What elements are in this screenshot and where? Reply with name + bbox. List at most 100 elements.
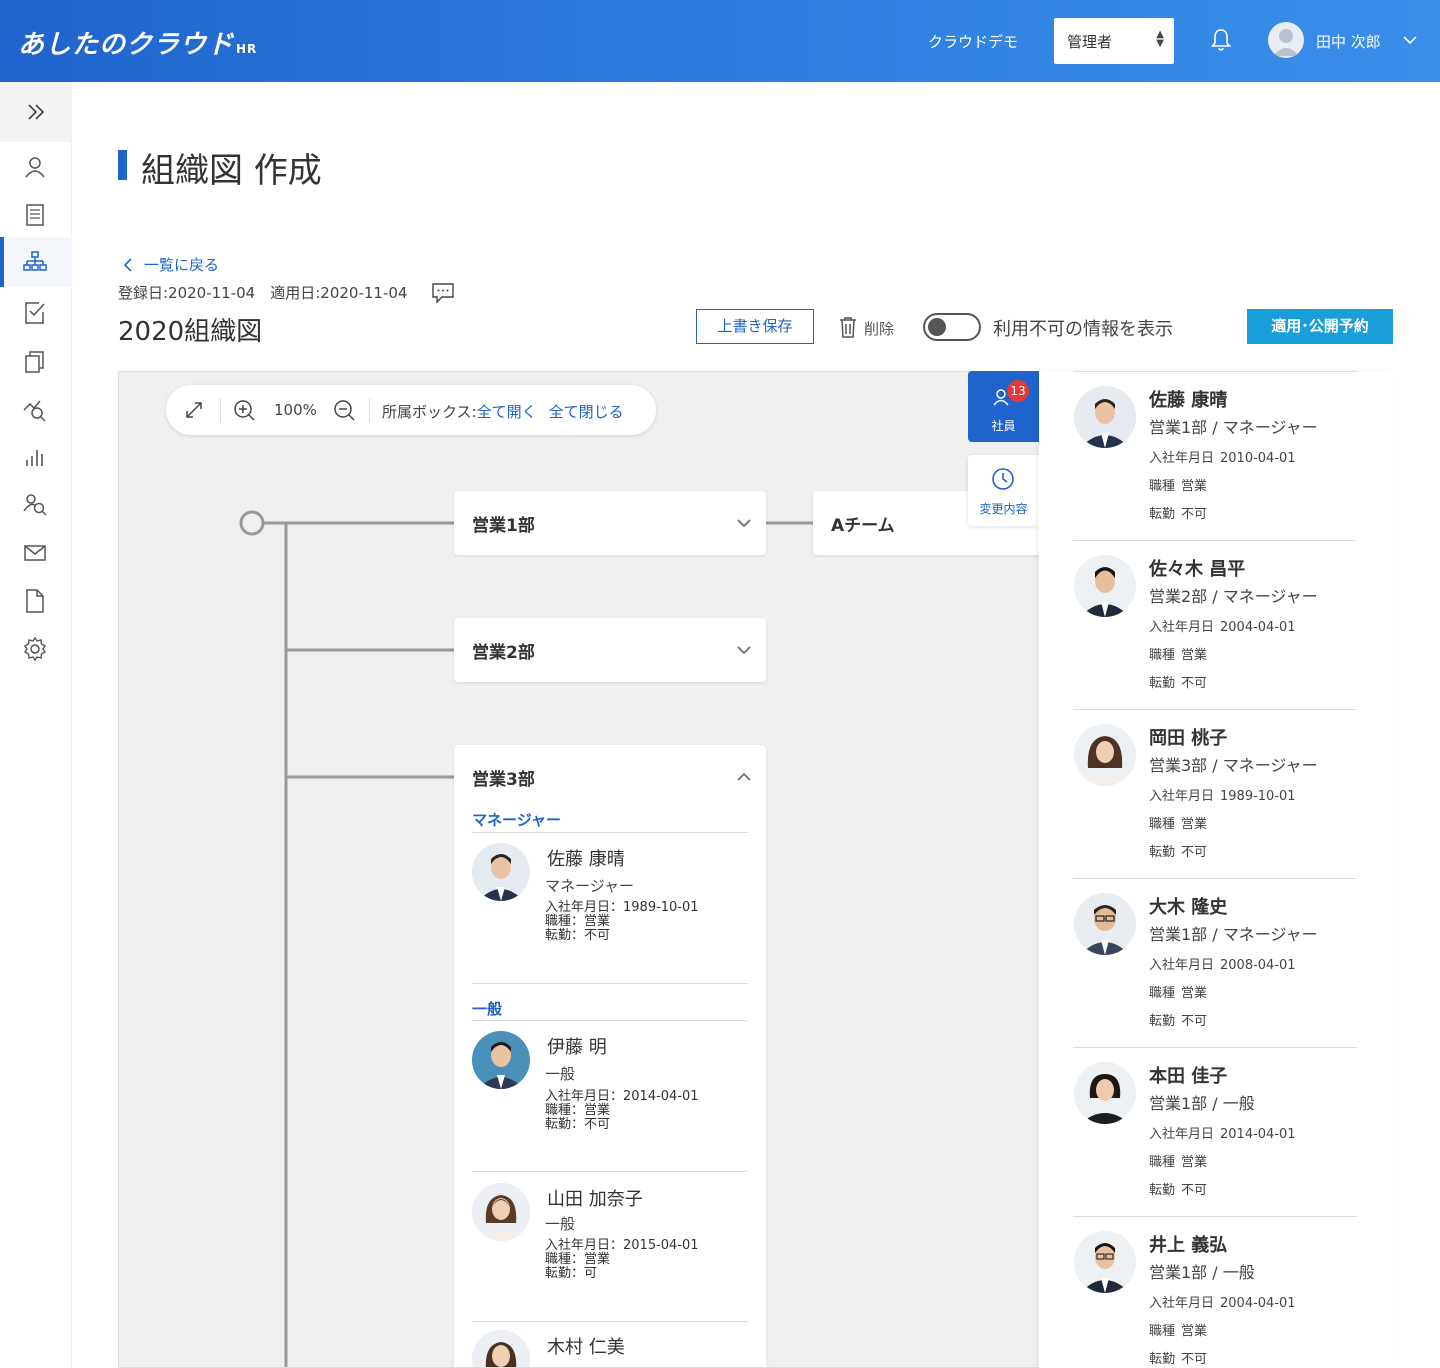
employee-card[interactable]: 井上 義弘 営業1部 / 一般 入社年月日 2004-04-01 職種 営業 転勤不…	[1073, 1216, 1357, 1368]
employee-job-type: 職種 営業	[1149, 1320, 1207, 1339]
employee-photo	[1074, 555, 1136, 617]
employee-name[interactable]: 山田 加奈子	[547, 1185, 643, 1211]
comment-icon[interactable]	[431, 282, 455, 308]
label: 入社年月日	[1149, 958, 1215, 973]
employee-join-date: 入社年月日 1989-10-01	[1149, 785, 1296, 804]
chevron-down-icon[interactable]	[1402, 32, 1418, 52]
employee-transfer: 転勤 不可	[1149, 1348, 1207, 1367]
label: 転勤	[1149, 1352, 1176, 1367]
copy-icon[interactable]	[22, 348, 48, 374]
section-divider	[472, 1171, 748, 1172]
analysis-icon[interactable]	[22, 396, 48, 422]
org-node-sales1[interactable]: 営業1部	[454, 491, 766, 555]
tab-employees[interactable]: 13 社員	[968, 371, 1039, 442]
org-node-sales3[interactable]: 営業3部 マネージャー 佐藤 康晴 マネージャー 入社年月日：1989-10-0…	[454, 745, 766, 1367]
employee-name[interactable]: 佐藤 康晴	[547, 845, 625, 871]
employee-join-date: 入社年月日：2014-04-01	[545, 1089, 699, 1104]
employee-card[interactable]: 岡田 桃子 営業3部 / マネージャー 入社年月日 1989-10-01 職種 営業…	[1073, 709, 1357, 878]
employee-transfer: 転勤 不可	[1149, 1010, 1207, 1029]
value: 2004-04-01	[1220, 1296, 1296, 1311]
employee-photo	[472, 1330, 530, 1367]
employee-transfer: 転勤：不可	[545, 1117, 611, 1132]
overwrite-save-button[interactable]: 上書き保存	[696, 309, 814, 344]
select-arrows-icon: ▲ ▼	[1156, 29, 1164, 49]
people-search-icon[interactable]	[22, 492, 48, 518]
role-select[interactable]: 管理者 ▲ ▼	[1054, 18, 1174, 64]
double-chevron-right-icon	[28, 104, 45, 120]
employee-card[interactable]: 大木 隆史 営業1部 / マネージャー 入社年月日 2008-04-01 職種 営業…	[1073, 878, 1357, 1047]
employee-job-type: 職種 営業	[1149, 644, 1207, 663]
org-chart-canvas[interactable]: 100% 所属ボックス:全て開く 全て閉じる 営業1部 Aチーム 営業2部 営業3…	[118, 371, 1040, 1368]
chevron-up-icon[interactable]	[736, 771, 752, 783]
employee-job-type: 職種：営業	[545, 1252, 611, 1267]
apply-publish-button[interactable]: 適用･公開予約	[1247, 309, 1393, 344]
employee-job-type: 職種 営業	[1149, 1151, 1207, 1170]
document-icon[interactable]	[22, 202, 48, 228]
chevron-down-icon[interactable]	[736, 644, 752, 656]
label: 職種	[1149, 479, 1176, 494]
section-label-manager: マネージャー	[472, 811, 561, 829]
checklist-icon[interactable]	[22, 300, 48, 326]
employee-card[interactable]: 本田 佳子 営業1部 / 一般 入社年月日 2014-04-01 職種 営業 転勤不…	[1073, 1047, 1357, 1216]
employee-card[interactable]: 佐藤 康晴 営業1部 / マネージャー 入社年月日 2010-04-01 職種 営業…	[1073, 371, 1357, 540]
label: 入社年月日	[1149, 620, 1215, 635]
app-logo[interactable]: あしたのクラウド HR	[18, 24, 257, 61]
employee-card[interactable]: 佐々木 昌平 営業2部 / マネージャー 入社年月日 2004-04-01 職種営…	[1073, 540, 1357, 709]
mail-icon[interactable]	[22, 540, 48, 566]
org-chart-icon[interactable]	[22, 250, 48, 276]
chevron-down-icon[interactable]	[736, 517, 752, 529]
org-node-name: Aチーム	[831, 516, 895, 536]
employee-join-date: 入社年月日：1989-10-01	[545, 900, 699, 915]
delete-label: 削除	[864, 320, 895, 338]
company-name: クラウドデモ	[928, 33, 1019, 51]
top-header: あしたのクラウド HR クラウドデモ 管理者 ▲ ▼ 田中 次郎	[0, 0, 1440, 82]
bell-icon[interactable]	[1210, 28, 1232, 56]
employee-transfer: 転勤：不可	[545, 928, 611, 943]
label: 職種	[1149, 1155, 1176, 1170]
toggle-knob	[928, 318, 946, 336]
value: 2010-04-01	[1220, 451, 1296, 466]
show-unavailable-label: 利用不可の情報を表示	[993, 319, 1173, 340]
label: 職種	[1149, 648, 1176, 663]
value: 営業	[1181, 817, 1208, 832]
user-name[interactable]: 田中 次郎	[1316, 31, 1381, 52]
delete-button[interactable]: 削除	[838, 316, 894, 339]
bar-chart-icon[interactable]	[22, 444, 48, 470]
employee-transfer: 転勤 不可	[1149, 1179, 1207, 1198]
employee-info: 入社年月日：2015-04-01 職種：営業 転勤：可	[545, 1239, 699, 1281]
value: 不可	[1181, 1352, 1208, 1367]
gear-icon[interactable]	[22, 636, 48, 662]
employee-transfer: 転勤 不可	[1149, 672, 1207, 691]
show-unavailable-toggle[interactable]	[923, 313, 981, 341]
back-link[interactable]: 一覧に戻る	[122, 254, 219, 275]
sidebar-toggle[interactable]	[0, 82, 72, 142]
value: 営業	[1181, 1155, 1208, 1170]
person-icon[interactable]	[22, 154, 48, 180]
value: 2008-04-01	[1220, 958, 1296, 973]
title-accent	[118, 150, 127, 180]
employee-name: 大木 隆史	[1149, 897, 1228, 918]
employee-job-type: 職種 営業	[1149, 813, 1207, 832]
role-select-value: 管理者	[1067, 33, 1113, 51]
value: 不可	[1181, 507, 1208, 522]
label: 入社年月日	[1149, 451, 1215, 466]
employee-name[interactable]: 伊藤 明	[547, 1033, 607, 1059]
logo-text: あしたのクラウド	[18, 30, 235, 60]
employee-name[interactable]: 木村 仁美	[547, 1333, 625, 1359]
employee-join-date: 入社年月日 2004-04-01	[1149, 616, 1296, 635]
employee-role: 一般	[545, 1215, 576, 1233]
employee-job-type: 職種：営業	[545, 1103, 611, 1118]
tab-changes[interactable]: 変更内容	[968, 455, 1039, 526]
employee-job-type: 職種 営業	[1149, 475, 1207, 494]
user-avatar[interactable]	[1268, 22, 1304, 58]
label: 入社年月日	[1149, 1127, 1215, 1142]
employee-job-type: 職種：営業	[545, 914, 611, 929]
org-node-sales2[interactable]: 営業2部	[454, 618, 766, 682]
employee-join-date: 入社年月日：2015-04-01	[545, 1238, 699, 1253]
employee-count-badge: 13	[1007, 380, 1029, 402]
value: 不可	[1181, 1183, 1208, 1198]
file-icon[interactable]	[22, 588, 48, 614]
label: 転勤	[1149, 676, 1176, 691]
employee-photo	[1074, 1062, 1136, 1124]
back-link-label: 一覧に戻る	[144, 256, 220, 274]
